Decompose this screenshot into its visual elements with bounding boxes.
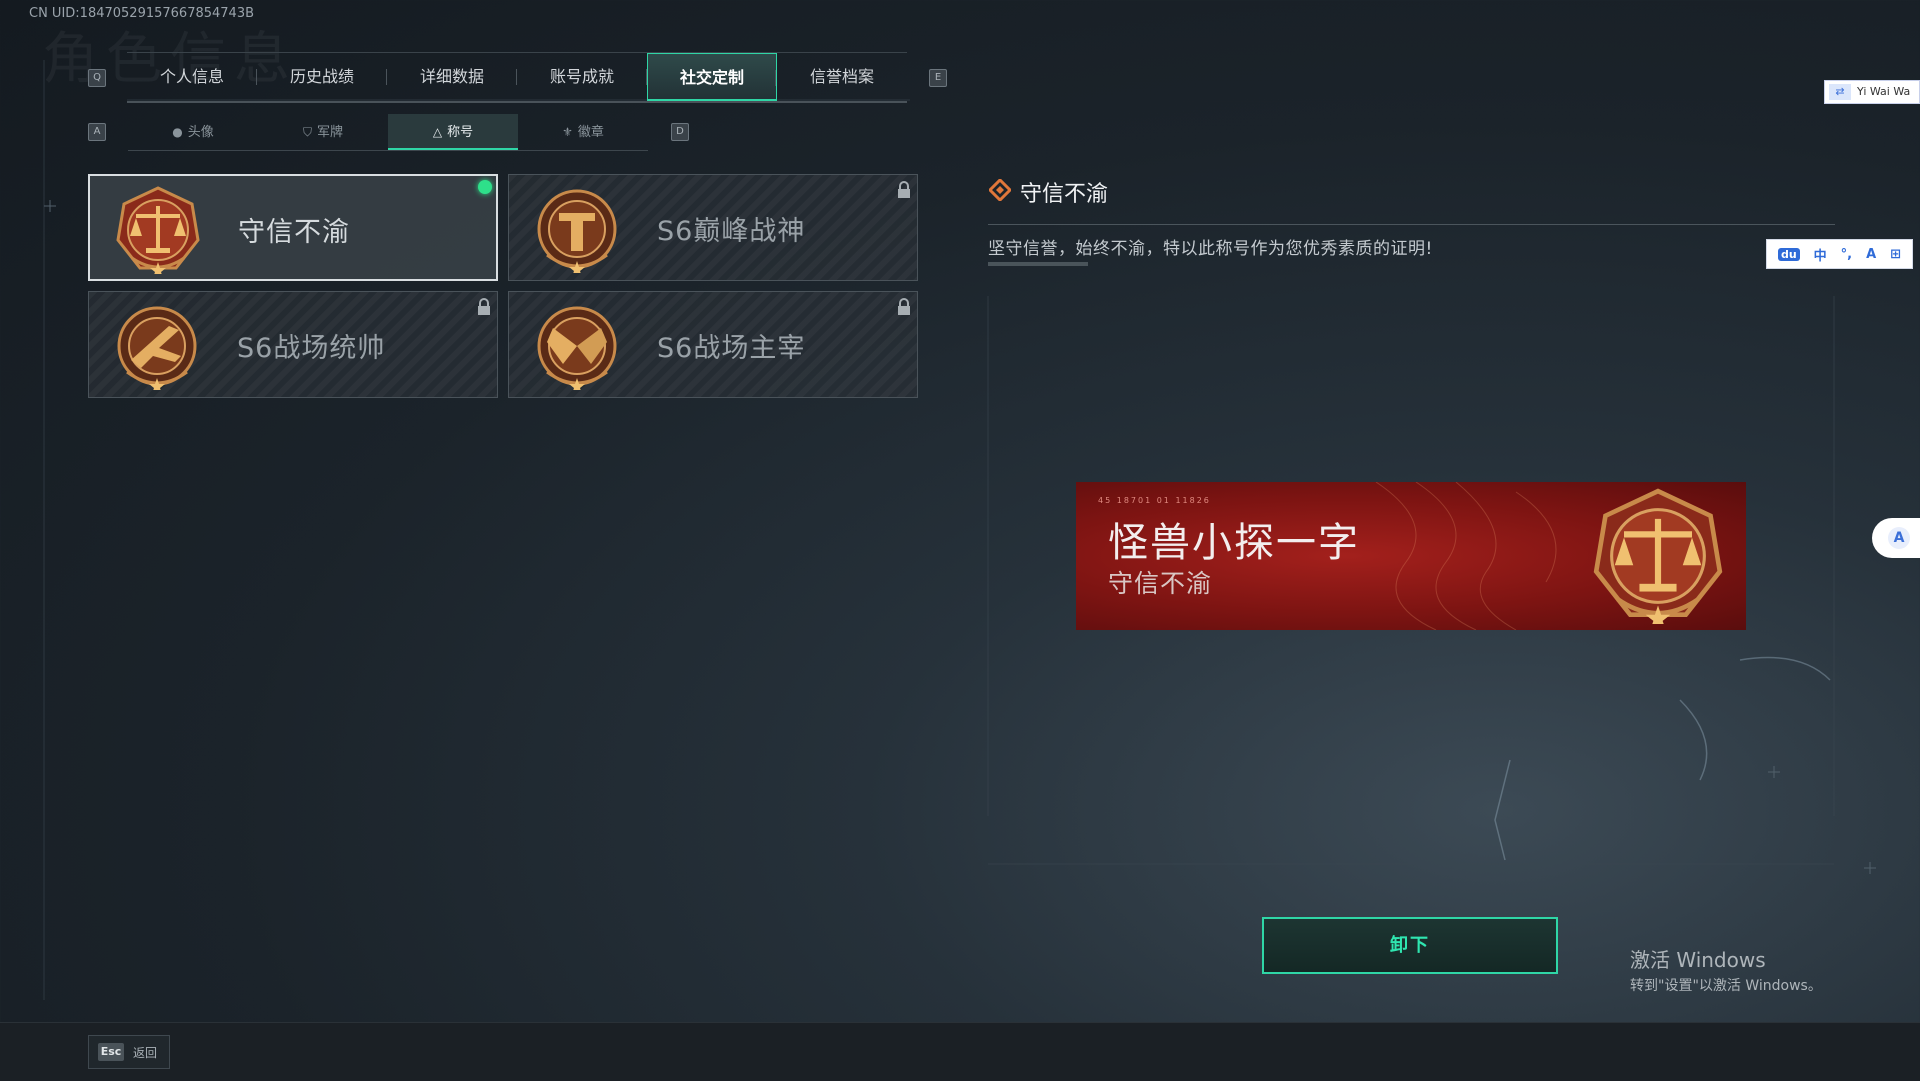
wings-badge-icon: ⚜ <box>562 125 573 139</box>
jet-medal-icon <box>117 306 197 390</box>
esc-key: Esc <box>98 1043 124 1061</box>
title-card[interactable]: S6巅峰战神 <box>508 174 918 281</box>
main-tabs: 个人信息 历史战绩 详细数据 账号成就 社交定制 信誉档案 <box>127 52 907 103</box>
ime-logo-icon[interactable]: du <box>1777 247 1800 261</box>
tab-credit-record[interactable]: 信誉档案 <box>777 53 907 101</box>
tab-next-key[interactable]: E <box>929 69 947 87</box>
subtab-label: 徽章 <box>577 125 604 140</box>
activate-line2: 转到"设置"以激活 Windows。 <box>1630 978 1822 994</box>
subtab-label: 军牌 <box>317 125 344 140</box>
windows-activation-watermark: 激活 Windows 转到"设置"以激活 Windows。 <box>1630 944 1822 995</box>
subtab-dogtag[interactable]: ⛉ 军牌 <box>258 114 388 150</box>
tab-achievements[interactable]: 账号成就 <box>517 53 647 101</box>
ime-label: Yi Wai Wa <box>1857 85 1911 98</box>
subtab-badge[interactable]: ⚜ 徽章 <box>518 114 648 150</box>
divider <box>988 224 1835 225</box>
tab-detailed-data[interactable]: 详细数据 <box>387 53 517 101</box>
scales-medal-icon <box>1593 488 1723 624</box>
ime-assistant-icon[interactable]: A <box>1866 247 1876 262</box>
lock-icon <box>898 181 910 198</box>
assistant-icon: A <box>1888 527 1910 549</box>
ime-chinese-mode[interactable]: 中 <box>1814 245 1827 264</box>
title-card[interactable]: S6战场主宰 <box>508 291 918 398</box>
subtab-next-key[interactable]: D <box>671 123 689 141</box>
banner-title: 守信不渝 <box>1108 569 1213 598</box>
ime-punctuation-mode[interactable]: °, <box>1841 247 1852 262</box>
subtab-prev-key[interactable]: A <box>88 123 106 141</box>
tab-prev-key[interactable]: Q <box>88 69 106 87</box>
tab-match-history[interactable]: 历史战绩 <box>257 53 387 101</box>
person-icon: ● <box>172 125 183 139</box>
title-preview-banner: 45 18701 01 11826 怪兽小探一字 守信不渝 <box>1076 482 1746 630</box>
title-name: S6战场统帅 <box>237 333 386 364</box>
tab-personal-info[interactable]: 个人信息 <box>127 53 257 101</box>
title-card[interactable]: S6战场统帅 <box>88 291 498 398</box>
detail-description: 坚守信誉，始终不渝，特以此称号作为您优秀素质的证明! <box>988 239 1433 259</box>
subtab-label: 头像 <box>187 125 214 140</box>
title-name: S6战场主宰 <box>657 333 806 364</box>
ime-grid-icon[interactable]: ⊞ <box>1890 247 1901 262</box>
activate-line1: 激活 Windows <box>1630 948 1766 972</box>
detail-underline <box>988 262 1088 266</box>
dogtag-icon: ⛉ <box>302 125 312 139</box>
title-card[interactable]: 守信不渝 <box>88 174 498 281</box>
ime-switch-icon: ⇄ <box>1829 84 1851 100</box>
back-button[interactable]: Esc 返回 <box>88 1035 170 1069</box>
diamond-icon <box>989 179 1011 201</box>
t-shield-medal-icon <box>537 189 617 273</box>
title-name: S6巅峰战神 <box>657 216 806 247</box>
back-label: 返回 <box>133 1046 158 1060</box>
floating-assistant[interactable]: A <box>1872 518 1920 558</box>
subtab-avatar[interactable]: ● 头像 <box>128 114 258 150</box>
unequip-button[interactable]: 卸下 <box>1262 917 1558 974</box>
subtab-title[interactable]: △ 称号 <box>388 114 518 150</box>
scales-medal-icon <box>116 186 200 274</box>
ime-toolbar[interactable]: du 中 °, A ⊞ <box>1766 239 1913 269</box>
banner-code: 45 18701 01 11826 <box>1098 496 1211 505</box>
sub-tabs: ● 头像 ⛉ 军牌 △ 称号 ⚜ 徽章 <box>128 114 648 151</box>
bottom-bar <box>0 1022 1920 1081</box>
banner-player-name: 怪兽小探一字 <box>1108 520 1360 566</box>
equipped-indicator <box>478 180 492 194</box>
tab-social-custom[interactable]: 社交定制 <box>647 53 777 101</box>
lock-icon <box>478 298 490 315</box>
triangle-badge-icon: △ <box>432 125 443 139</box>
ime-indicator[interactable]: ⇄ Yi Wai Wa <box>1824 80 1920 104</box>
subtab-label: 称号 <box>447 125 474 140</box>
crossed-flags-medal-icon <box>537 306 617 390</box>
lock-icon <box>898 298 910 315</box>
title-name: 守信不渝 <box>238 217 350 248</box>
detail-title: 守信不渝 <box>1020 182 1109 207</box>
